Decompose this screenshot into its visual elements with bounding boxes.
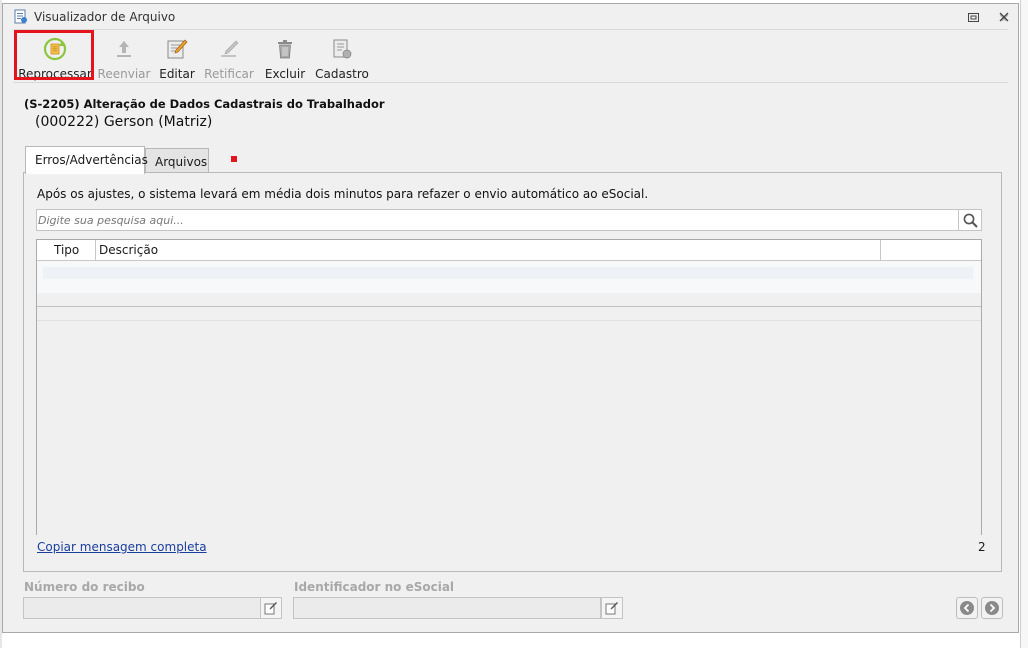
messages-table: Tipo Descrição [36,239,982,535]
file-viewer-window: Visualizador de Arquivo Reprocessar Reen… [2,3,1019,633]
edit-icon [167,39,188,59]
esocial-id-label: Identificador no eSocial [294,580,455,594]
next-button[interactable] [981,597,1003,619]
register-label: Cadastro [315,67,369,81]
errors-panel: Após os ajustes, o sistema levará em méd… [23,172,1002,572]
resend-button[interactable]: Reenviar [97,30,151,82]
table-row[interactable] [37,261,981,293]
arrow-right-circle-icon [985,601,999,615]
blurred-row-content [43,267,973,279]
table-header: Tipo Descrição [37,240,981,261]
register-button[interactable]: Cadastro [315,30,369,82]
esocial-edit-button[interactable] [601,597,623,619]
rectify-icon [221,40,239,57]
register-icon [333,39,352,59]
tab-files-label: Arquivos [155,155,208,169]
document-icon [14,9,27,24]
edit-field-icon [605,602,618,615]
tab-files[interactable]: Arquivos [145,148,209,173]
delete-label: Excluir [264,67,306,81]
search-input[interactable] [37,210,960,230]
column-type[interactable]: Tipo [37,240,96,260]
title-bar: Visualizador de Arquivo [3,4,1018,30]
column-description[interactable]: Descrição [96,240,881,260]
rectify-label: Retificar [204,67,254,81]
tab-errors-label: Erros/Advertências [35,153,148,167]
restore-icon [967,12,979,22]
edit-field-icon [264,602,277,615]
reprocess-button[interactable]: Reprocessar [18,30,92,82]
table-divider [37,306,981,307]
red-marker [231,156,237,162]
reprocess-label: Reprocessar [18,67,92,81]
restore-button[interactable] [965,9,981,25]
receipt-edit-button[interactable] [260,597,282,619]
info-message: Após os ajustes, o sistema levará em méd… [37,187,649,201]
search-icon [963,213,978,228]
delete-button[interactable]: Excluir [264,30,306,82]
arrow-left-circle-icon [960,601,974,615]
event-title: (S-2205) Alteração de Dados Cadastrais d… [24,97,385,111]
previous-button[interactable] [956,597,978,619]
table-detail-area [37,320,981,535]
close-icon [999,12,1009,22]
receipt-number-label: Número do recibo [24,580,145,594]
tab-errors-warnings[interactable]: Erros/Advertências [25,146,148,174]
copy-full-message-link[interactable]: Copiar mensagem completa [37,540,207,554]
edit-label: Editar [159,67,195,81]
reprocess-icon [43,37,67,61]
trash-icon [278,40,292,59]
upload-icon [117,41,131,57]
toolbar: Reprocessar Reenviar Editar Retificar Ex… [13,29,1008,83]
column-extra[interactable] [881,240,981,260]
rectify-button[interactable]: Retificar [204,30,254,82]
company-name: (000222) Gerson (Matriz) [35,114,213,130]
edit-button[interactable]: Editar [159,30,195,82]
message-count: 2 [978,540,986,554]
receipt-number-field[interactable] [23,597,261,619]
close-button[interactable] [996,9,1012,25]
resend-label: Reenviar [97,67,151,81]
search-box [36,209,982,231]
window-title: Visualizador de Arquivo [34,10,176,24]
search-button[interactable] [958,210,981,230]
esocial-id-field[interactable] [293,597,601,619]
background-window-edge-right [1020,0,1028,648]
